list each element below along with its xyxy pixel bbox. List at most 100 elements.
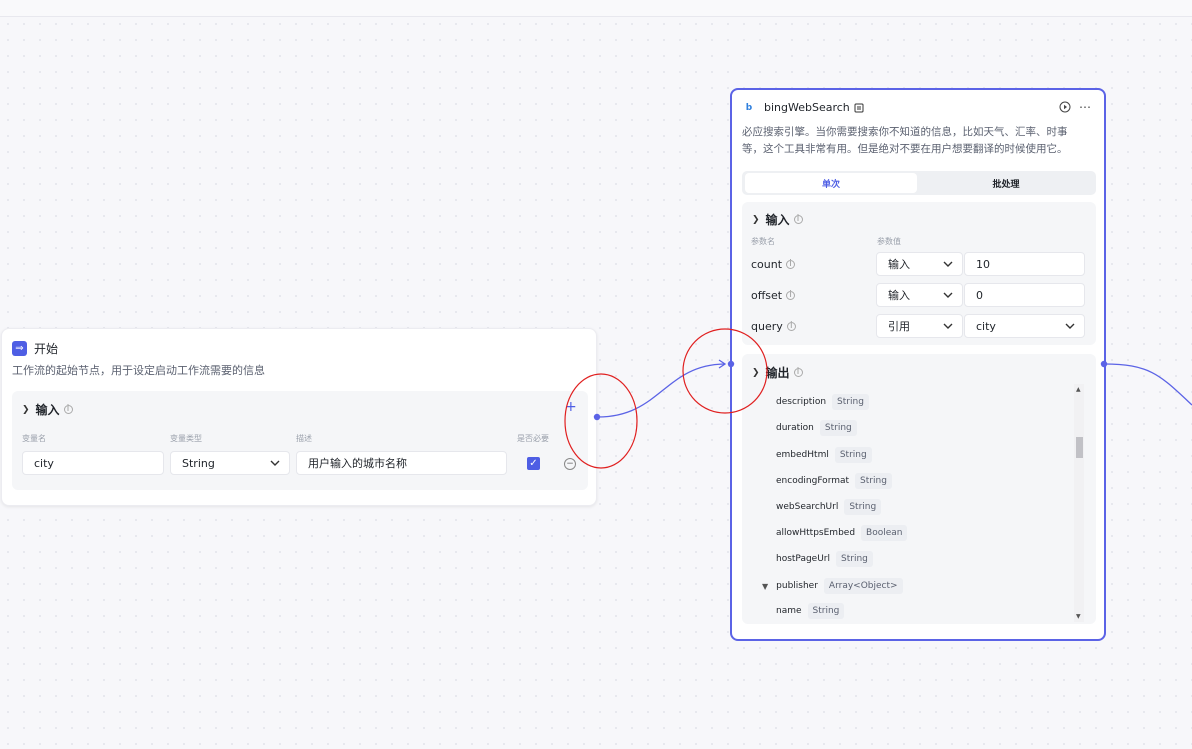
- output-item: duration String: [776, 420, 857, 436]
- param-offset-mode-select[interactable]: 输入: [876, 283, 963, 307]
- output-type-badge: String: [834, 447, 872, 463]
- bing-node-title: bingWebSearch: [764, 101, 850, 114]
- bing-web-search-node[interactable]: b bingWebSearch ⋯ 必应搜索引擎。当你需要搜索你不知道的信息，比…: [730, 88, 1106, 641]
- output-name: publisher: [776, 581, 818, 591]
- info-icon: i: [786, 322, 796, 331]
- run-icon[interactable]: [1059, 101, 1071, 113]
- output-type-badge: String: [855, 473, 892, 489]
- variable-description-input[interactable]: 用户输入的城市名称: [296, 451, 507, 475]
- edge-bing-to-next[interactable]: [1103, 363, 1192, 406]
- output-type-badge: String: [844, 499, 882, 515]
- bing-input-panel: ❯ 输入 i 参数名 参数值 count i 输入 10 offset i 输入 0…: [742, 202, 1096, 345]
- param-mode-text: 输入: [888, 258, 910, 271]
- start-node[interactable]: ⇒ 开始 工作流的起始节点，用于设定启动工作流需要的信息 ❯ 输入 i + 变量…: [1, 328, 597, 506]
- chevron-down-icon: ❯: [752, 214, 760, 225]
- start-input-title: 输入: [35, 403, 60, 417]
- output-item: name String: [776, 603, 845, 619]
- chevron-down-icon: [1065, 323, 1075, 329]
- start-node-description: 工作流的起始节点，用于设定启动工作流需要的信息: [12, 364, 265, 377]
- start-node-title: 开始: [34, 342, 59, 356]
- bing-description-line1: 必应搜索引擎。当你需要搜索你不知道的信息，比如天气、汇率、时事: [742, 126, 1068, 138]
- chevron-down-icon: [943, 323, 953, 329]
- tab-batch[interactable]: 批处理: [920, 173, 1092, 193]
- start-node-header: ⇒ 开始: [12, 340, 58, 357]
- scroll-down-icon[interactable]: ▼: [1076, 613, 1081, 620]
- bing-description-line2: 等，这个工具非常有用。但是绝对不要在用户想要翻译的时候使用它。: [742, 143, 1068, 155]
- bing-output-panel: ❯ 输出 i description String duration String …: [742, 354, 1096, 624]
- bing-output-title: 输出: [765, 366, 790, 380]
- param-name-text: count: [751, 258, 783, 271]
- bing-node-actions: ⋯: [1059, 100, 1092, 114]
- output-name: webSearchUrl: [776, 502, 839, 512]
- chevron-down-icon: [943, 292, 953, 298]
- info-icon: i: [793, 368, 803, 377]
- bing-icon: b: [745, 102, 753, 113]
- output-type-badge: String: [807, 603, 845, 619]
- chevron-down-icon: ❯: [752, 367, 760, 378]
- bing-input-header[interactable]: ❯ 输入 i: [752, 211, 803, 228]
- output-item: encodingFormat String: [776, 473, 892, 489]
- top-toolbar: [0, 0, 1192, 17]
- output-type-badge: Boolean: [861, 525, 908, 541]
- output-item: hostPageUrl String: [776, 551, 873, 567]
- col-variable-name: 变量名: [22, 434, 46, 443]
- output-item: embedHtml String: [776, 447, 872, 463]
- variable-description-value: 用户输入的城市名称: [308, 457, 407, 470]
- output-type-badge: String: [836, 551, 873, 567]
- col-param-name: 参数名: [751, 237, 775, 246]
- param-name-text: offset: [751, 289, 783, 302]
- output-type-badge: String: [832, 394, 869, 410]
- required-checkbox[interactable]: ✓: [527, 457, 540, 470]
- variable-name-value: city: [34, 456, 54, 470]
- info-icon: i: [786, 291, 796, 300]
- param-value-text: 10: [976, 257, 990, 271]
- chevron-down-icon: [943, 261, 953, 267]
- param-count-input[interactable]: 10: [964, 252, 1085, 276]
- output-name: hostPageUrl: [776, 554, 831, 564]
- bing-node-header: b bingWebSearch: [744, 101, 864, 114]
- bing-output-header[interactable]: ❯ 输出 i: [752, 364, 803, 381]
- col-param-value: 参数值: [877, 237, 901, 246]
- output-type-badge: Array<Object>: [823, 578, 903, 594]
- start-input-panel: ❯ 输入 i + 变量名 变量类型 描述 是否必要 city String 用户…: [12, 391, 588, 490]
- variable-type-select[interactable]: String: [170, 451, 290, 475]
- output-item: description String: [776, 394, 869, 410]
- edge-start-to-bing[interactable]: [597, 363, 725, 418]
- param-count-mode-select[interactable]: 输入: [876, 252, 963, 276]
- col-variable-type: 变量类型: [170, 434, 202, 443]
- col-description: 描述: [296, 434, 312, 443]
- tab-single[interactable]: 单次: [745, 173, 917, 193]
- info-icon: i: [63, 405, 73, 414]
- output-name: description: [776, 397, 827, 407]
- more-icon[interactable]: ⋯: [1079, 100, 1092, 114]
- start-input-header[interactable]: ❯ 输入 i: [22, 401, 73, 418]
- param-mode-text: 输入: [888, 289, 910, 302]
- caret-down-icon[interactable]: ▼: [762, 582, 768, 591]
- doc-icon[interactable]: [854, 103, 864, 113]
- scroll-thumb[interactable]: [1076, 437, 1083, 458]
- param-query-mode-select[interactable]: 引用: [876, 314, 963, 338]
- chevron-down-icon: [270, 460, 280, 466]
- output-scrollbar[interactable]: ▲ ▼: [1074, 384, 1084, 622]
- bing-input-title: 输入: [765, 213, 790, 227]
- col-required: 是否必要: [517, 434, 549, 443]
- scroll-up-icon[interactable]: ▲: [1076, 386, 1081, 393]
- output-name: allowHttpsEmbed: [776, 528, 856, 538]
- output-item-group[interactable]: ▼ publisher Array<Object>: [762, 578, 903, 594]
- chevron-down-icon: ❯: [22, 404, 30, 415]
- add-variable-button[interactable]: +: [565, 399, 577, 415]
- output-name: encodingFormat: [776, 476, 850, 486]
- output-name: duration: [776, 423, 814, 433]
- info-icon: i: [793, 215, 803, 224]
- start-icon: ⇒: [12, 341, 27, 356]
- output-name: embedHtml: [776, 450, 829, 460]
- param-mode-text: 引用: [888, 320, 910, 333]
- param-offset-input[interactable]: 0: [964, 283, 1085, 307]
- remove-variable-button[interactable]: −: [564, 458, 576, 470]
- output-name: name: [776, 606, 802, 616]
- edge-arrow-icon: [718, 359, 727, 369]
- variable-name-input[interactable]: city: [22, 451, 164, 475]
- info-icon: i: [786, 260, 796, 269]
- param-value-text: 0: [976, 288, 983, 302]
- param-query-reference-select[interactable]: city: [964, 314, 1085, 338]
